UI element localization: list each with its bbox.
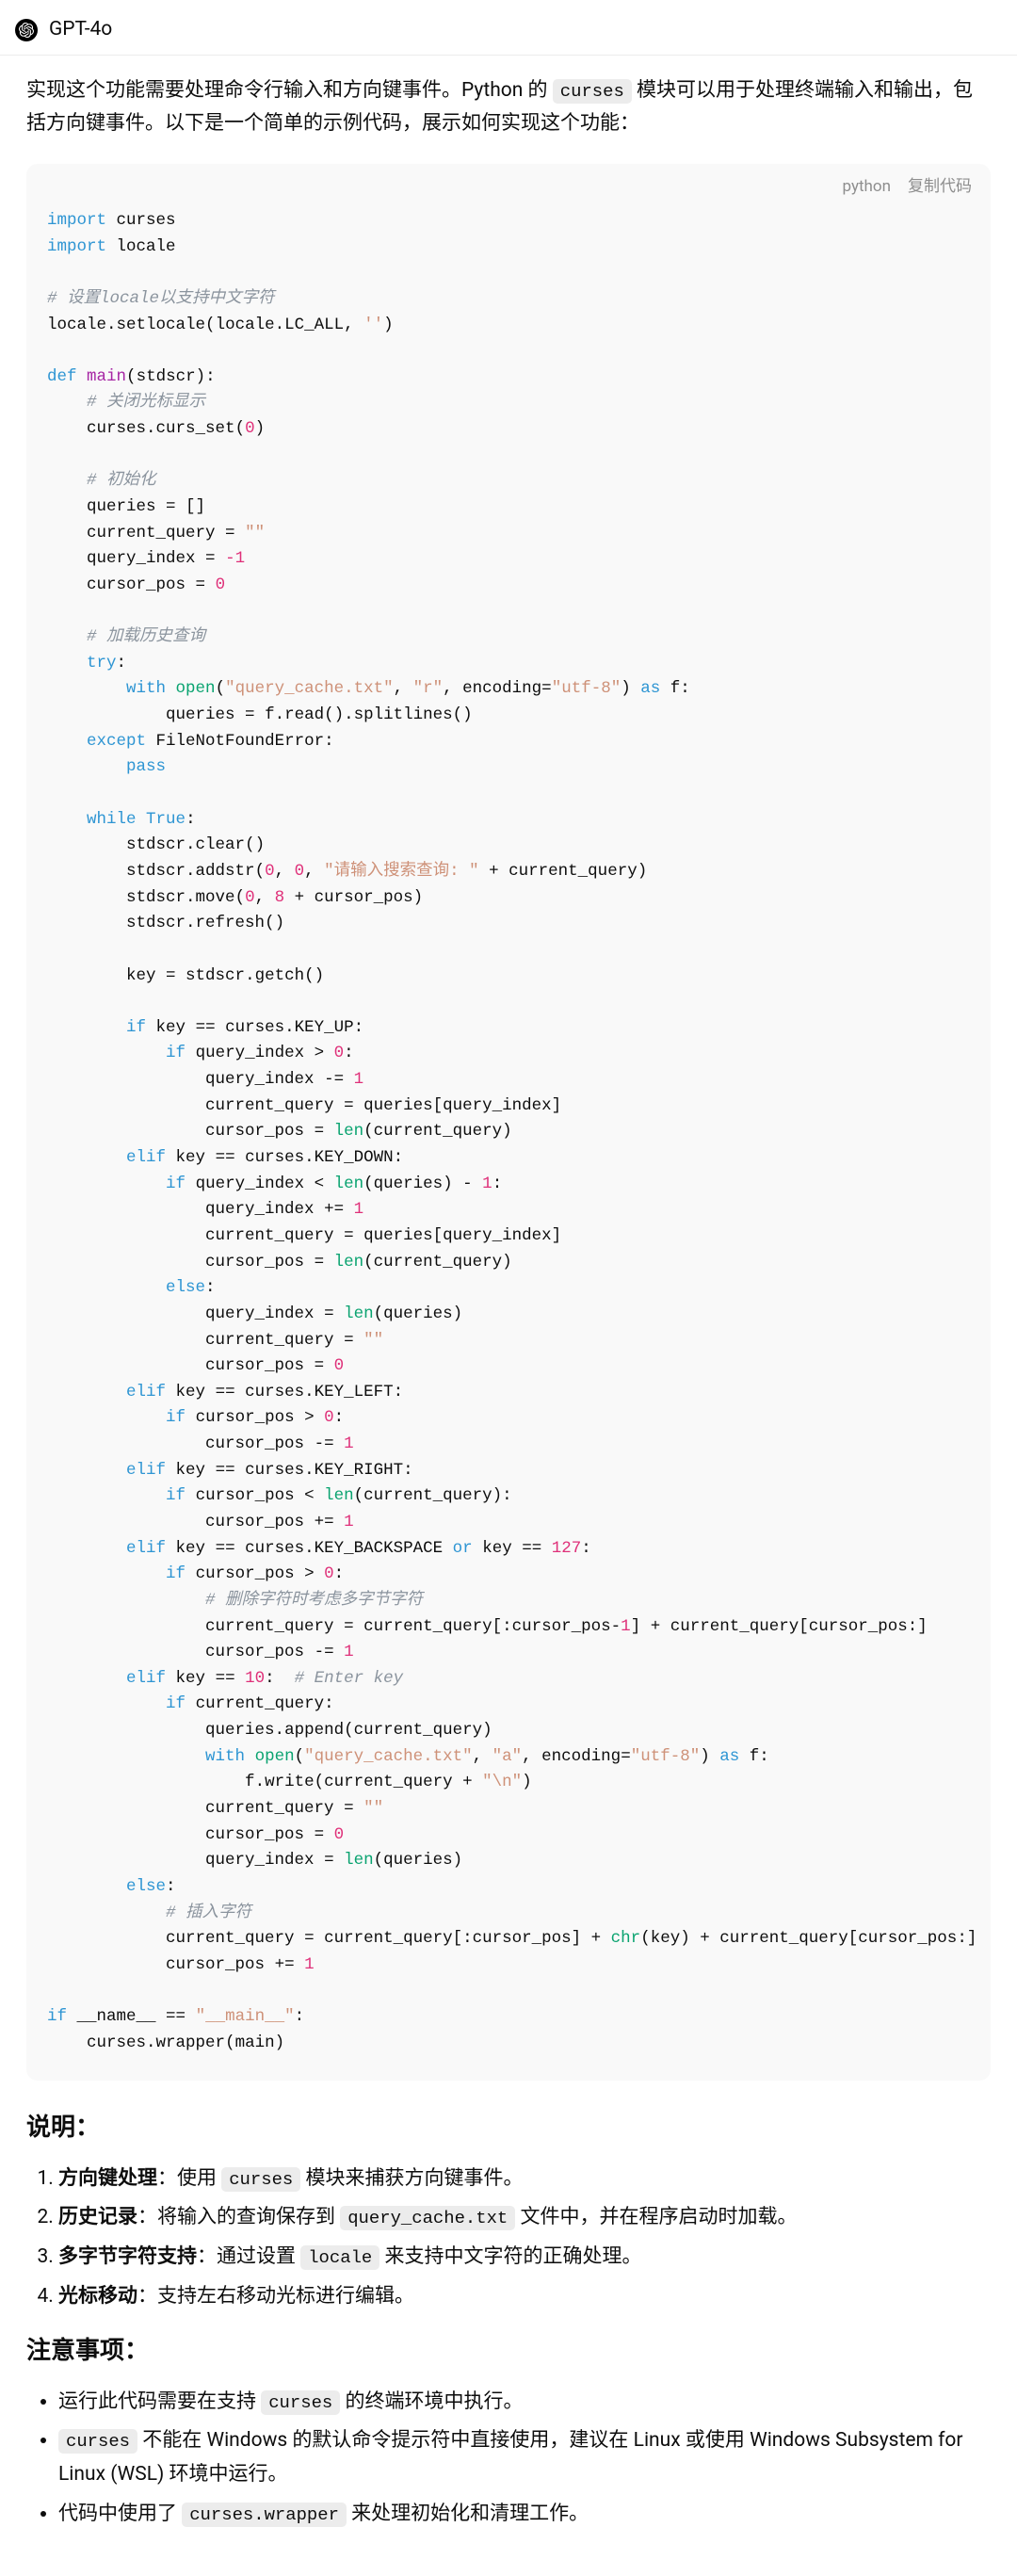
notes-heading: 注意事项： (26, 2330, 991, 2372)
code-block: python 复制代码 import curses import locale … (26, 164, 991, 2081)
text: 历史记录 (58, 2206, 137, 2228)
text: ：使用 (157, 2167, 221, 2190)
inline-code: curses (221, 2167, 300, 2192)
code-header: python 复制代码 (26, 164, 991, 201)
text: 多字节字符支持 (58, 2245, 197, 2268)
explanation-heading: 说明： (26, 2107, 991, 2148)
code-lang-label: python (842, 173, 891, 201)
list-item: curses 不能在 Windows 的默认命令提示符中直接使用，建议在 Lin… (58, 2424, 991, 2491)
text: 不能在 Windows 的默认命令提示符中直接使用，建议在 Linux 或使用 … (58, 2429, 963, 2486)
text: 来支持中文字符的正确处理。 (379, 2245, 641, 2268)
inline-code: curses.wrapper (182, 2503, 347, 2527)
text: 代码中使用了 (58, 2503, 182, 2525)
copy-code-button[interactable]: 复制代码 (908, 173, 972, 201)
model-name: GPT-4o (49, 13, 112, 47)
inline-code: curses (553, 79, 632, 104)
intro-paragraph: 实现这个功能需要处理命令行输入和方向键事件。Python 的 curses 模块… (26, 74, 991, 141)
list-item: 多字节字符支持：通过设置 locale 来支持中文字符的正确处理。 (58, 2241, 991, 2275)
inline-code: curses (261, 2390, 340, 2415)
text: 运行此代码需要在支持 (58, 2390, 261, 2413)
notes-list: 运行此代码需要在支持 curses 的终端环境中执行。 curses 不能在 W… (26, 2386, 991, 2532)
text: 实现这个功能需要处理命令行输入和方向键事件。Python 的 (26, 79, 553, 102)
text: ：支持左右移动光标进行编辑。 (137, 2285, 414, 2308)
list-item: 历史记录：将输入的查询保存到 query_cache.txt 文件中，并在程序启… (58, 2201, 991, 2235)
message-body: 实现这个功能需要处理命令行输入和方向键事件。Python 的 curses 模块… (0, 56, 1017, 2576)
inline-code: locale (300, 2245, 379, 2270)
list-item: 运行此代码需要在支持 curses 的终端环境中执行。 (58, 2386, 991, 2420)
inline-code: curses (58, 2429, 137, 2454)
text: 光标移动 (58, 2285, 137, 2308)
conversation-header: GPT-4o (0, 0, 1017, 56)
list-item: 代码中使用了 curses.wrapper 来处理初始化和清理工作。 (58, 2498, 991, 2532)
text: ：将输入的查询保存到 (137, 2206, 340, 2228)
text: 模块来捕获方向键事件。 (300, 2167, 523, 2190)
text: 文件中，并在程序启动时加载。 (515, 2206, 797, 2228)
list-item: 光标移动：支持左右移动光标进行编辑。 (58, 2280, 991, 2314)
openai-logo-icon (15, 19, 38, 41)
code-content[interactable]: import curses import locale # 设置locale以支… (26, 201, 991, 2081)
text: 的终端环境中执行。 (340, 2390, 523, 2413)
list-item: 方向键处理：使用 curses 模块来捕获方向键事件。 (58, 2163, 991, 2196)
inline-code: query_cache.txt (340, 2206, 515, 2230)
text: ：通过设置 (197, 2245, 300, 2268)
text: 方向键处理 (58, 2167, 157, 2190)
text: 来处理初始化和清理工作。 (347, 2503, 589, 2525)
explanation-list: 方向键处理：使用 curses 模块来捕获方向键事件。 历史记录：将输入的查询保… (26, 2163, 991, 2314)
